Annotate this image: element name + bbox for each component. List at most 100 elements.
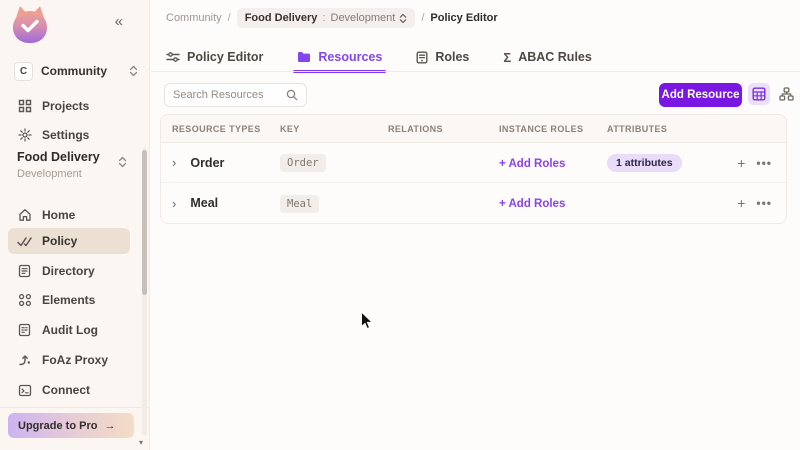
org-avatar: C [14, 62, 33, 81]
search-box[interactable] [164, 83, 307, 107]
sidebar-item-label: Connect [42, 383, 90, 397]
row-actions: + ••• [720, 196, 786, 210]
search-input[interactable] [173, 89, 286, 101]
tab-policy-editor[interactable]: Policy Editor [166, 42, 263, 72]
sidebar-item-label: Home [42, 208, 75, 222]
tab-label: ABAC Rules [518, 50, 592, 64]
sidebar-item-label: Policy [42, 234, 77, 248]
sigma-icon: Σ [503, 50, 511, 65]
sidebar-item-label: Directory [42, 264, 95, 278]
more-options-icon[interactable]: ••• [756, 197, 772, 209]
tab-bar: Policy Editor Resources Roles Σ ABAC Rul… [166, 42, 592, 72]
attributes-cell: 1 attributes [596, 153, 720, 172]
instance-roles-cell: + Add Roles [488, 194, 596, 212]
home-icon [17, 208, 32, 223]
attributes-badge[interactable]: 1 attributes [607, 154, 682, 172]
upgrade-to-pro-button[interactable]: Upgrade to Pro → [8, 413, 134, 438]
sidebar-item-directory[interactable]: Directory [8, 258, 130, 284]
project-environment: Development [17, 168, 133, 180]
org-name: Community [41, 64, 129, 78]
table-row: › Order Order + Add Roles 1 attributes +… [161, 143, 786, 183]
sidebar-item-label: Elements [42, 293, 95, 307]
audit-log-icon [17, 323, 32, 338]
toolbar: Add Resource [151, 83, 800, 108]
add-icon[interactable]: + [737, 196, 745, 210]
sidebar-item-label: Audit Log [42, 323, 98, 337]
resource-key-cell: Order [269, 153, 377, 172]
chevron-updown-icon [118, 156, 127, 168]
add-roles-link[interactable]: + Add Roles [488, 198, 565, 210]
resources-table: RESOURCE TYPES KEY RELATIONS INSTANCE RO… [160, 114, 787, 224]
breadcrumb-root[interactable]: Community [166, 12, 222, 24]
column-header: ATTRIBUTES [596, 124, 720, 134]
instance-roles-cell: + Add Roles [488, 154, 596, 172]
permit-logo[interactable] [13, 7, 49, 43]
tab-abac-rules[interactable]: Σ ABAC Rules [503, 42, 591, 72]
column-header: INSTANCE ROLES [488, 124, 596, 134]
upgrade-label: Upgrade to Pro [18, 420, 97, 432]
breadcrumb-project-env-selector[interactable]: Food Delivery : Development [237, 8, 416, 28]
roles-badge-icon [416, 51, 428, 64]
logo-check-icon [21, 19, 39, 33]
sidebar-item-elements[interactable]: Elements [8, 287, 130, 313]
add-icon[interactable]: + [737, 156, 745, 170]
arrow-right-icon: → [104, 420, 115, 432]
expand-row-icon[interactable]: › [172, 156, 176, 169]
tab-roles[interactable]: Roles [416, 42, 469, 72]
add-roles-link[interactable]: + Add Roles [488, 158, 565, 170]
tab-label: Policy Editor [187, 50, 263, 64]
sidebar-item-projects[interactable]: Projects [8, 93, 130, 119]
tabs-divider [151, 71, 800, 72]
sidebar-item-settings[interactable]: Settings [8, 122, 130, 148]
resource-name: Meal [190, 196, 218, 210]
main-content: Community / Food Delivery : Development … [151, 0, 800, 450]
sidebar-item-policy[interactable]: Policy [8, 228, 130, 254]
breadcrumb-separator: / [421, 12, 424, 24]
terminal-icon [17, 383, 32, 398]
org-selector[interactable]: C Community [14, 60, 138, 82]
search-icon [286, 89, 298, 101]
expand-row-icon[interactable]: › [172, 197, 176, 210]
project-selector[interactable]: Food Delivery Development [17, 150, 133, 180]
resource-name: Order [190, 156, 224, 170]
sidebar-item-foaz-proxy[interactable]: FoAz Proxy [8, 347, 130, 373]
sidebar-item-label: FoAz Proxy [42, 353, 108, 367]
tab-label: Roles [435, 50, 469, 64]
project-name: Food Delivery [17, 150, 133, 164]
scrollbar-thumb[interactable] [142, 150, 147, 295]
breadcrumb-colon: : [322, 12, 325, 24]
chevron-updown-icon [399, 13, 407, 24]
breadcrumb-separator: / [228, 12, 231, 24]
sliders-icon [166, 51, 180, 63]
sidebar-item-home[interactable]: Home [8, 202, 130, 228]
column-header: RELATIONS [377, 124, 488, 134]
sidebar-divider [0, 407, 150, 408]
sidebar: « C Community Projects Settings Food Del… [0, 0, 150, 450]
sidebar-item-label: Projects [42, 99, 89, 113]
breadcrumb-page: Policy Editor [430, 12, 497, 24]
breadcrumb: Community / Food Delivery : Development … [151, 0, 800, 36]
directory-icon [17, 264, 32, 279]
graph-view-icon [779, 87, 794, 101]
breadcrumb-project: Food Delivery [245, 12, 318, 24]
sidebar-item-connect[interactable]: Connect [8, 377, 130, 403]
sidebar-collapse-button[interactable]: « [115, 13, 121, 30]
table-view-icon [752, 87, 766, 101]
sidebar-item-label: Settings [42, 128, 89, 142]
more-options-icon[interactable]: ••• [756, 157, 772, 169]
resource-name-cell: › Order [161, 156, 269, 170]
add-resource-button[interactable]: Add Resource [659, 83, 742, 107]
tab-resources[interactable]: Resources [297, 42, 382, 72]
gear-icon [17, 128, 32, 143]
table-header-row: RESOURCE TYPES KEY RELATIONS INSTANCE RO… [161, 115, 786, 143]
view-toggle [748, 83, 797, 105]
column-header: RESOURCE TYPES [161, 124, 269, 134]
sidebar-scrollbar[interactable]: ▾ [142, 148, 147, 448]
graph-view-button[interactable] [775, 83, 797, 105]
scrollbar-down-arrow[interactable]: ▾ [139, 438, 143, 447]
tab-label: Resources [318, 50, 382, 64]
sidebar-item-audit-log[interactable]: Audit Log [8, 317, 130, 343]
resource-key: Order [280, 154, 326, 172]
resource-key-cell: Meal [269, 194, 377, 213]
table-view-button[interactable] [748, 83, 770, 105]
